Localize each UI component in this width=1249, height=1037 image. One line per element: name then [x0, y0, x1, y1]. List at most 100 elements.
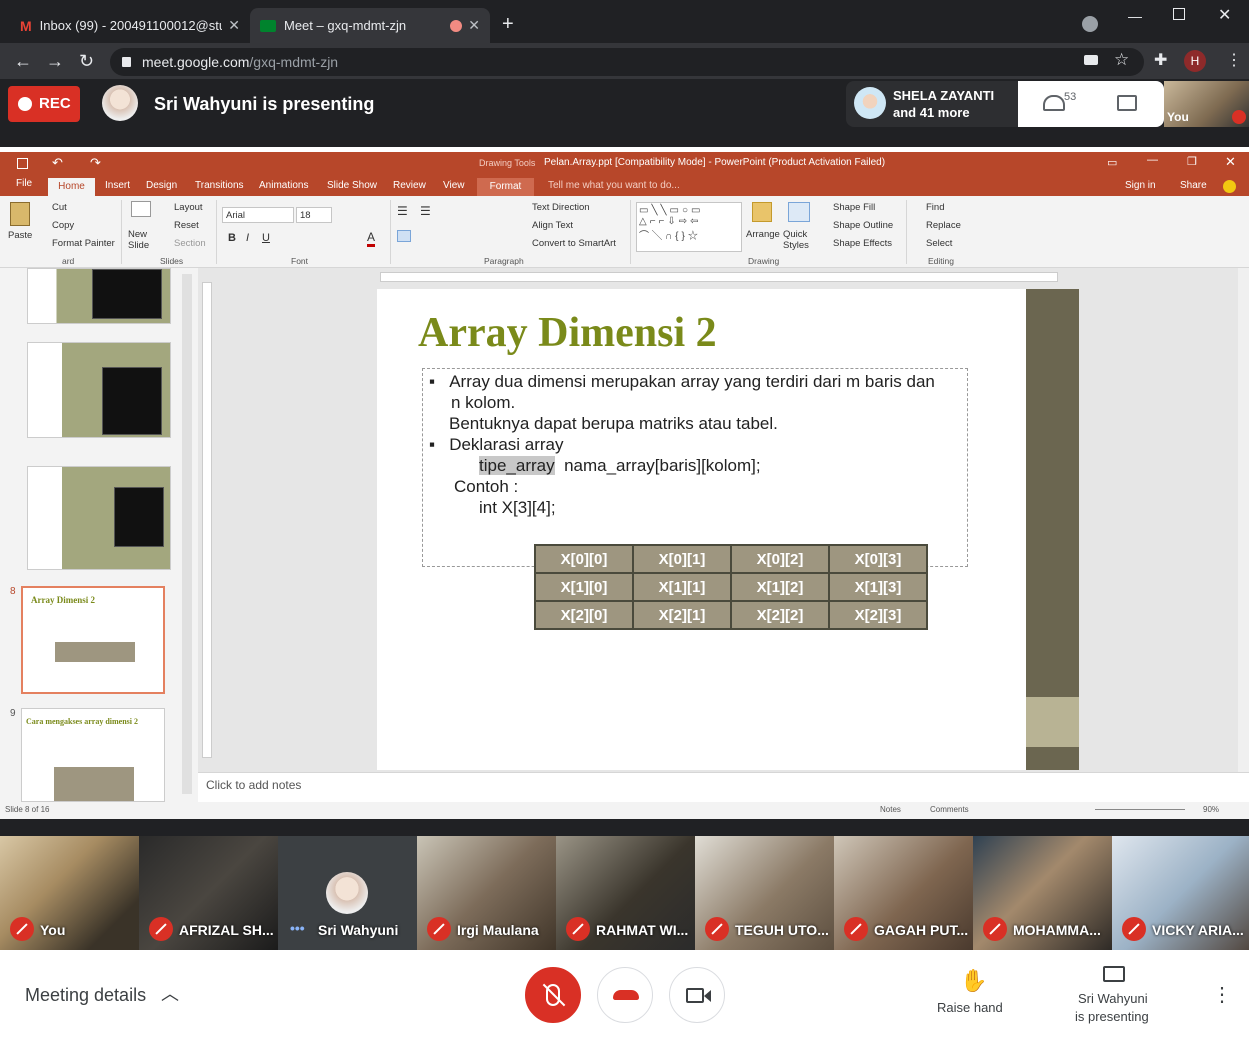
camera-blocked-icon[interactable] [1084, 55, 1098, 65]
underline-button[interactable]: U [262, 232, 270, 244]
convert-smartart-button[interactable]: Convert to SmartArt [532, 238, 616, 249]
shape-fill-button[interactable]: Shape Fill [833, 202, 875, 213]
redo-icon[interactable]: ↷ [90, 155, 101, 171]
bookmark-star-icon[interactable]: ☆ [1114, 50, 1129, 70]
chevron-up-icon[interactable]: ︿ [161, 980, 179, 1006]
tab-format[interactable]: Format [477, 178, 534, 196]
layout-button[interactable]: Layout [174, 202, 203, 213]
table-cell[interactable]: X[0][3] [828, 544, 928, 574]
minimize-icon[interactable]: — [1147, 154, 1158, 166]
current-slide[interactable]: Array Dimensi 2 ▪ Array dua dimensi meru… [377, 289, 1027, 770]
italic-button[interactable]: I [246, 232, 249, 244]
slide-thumbnail[interactable]: Cara mengakses array dimensi 2 [21, 708, 165, 802]
zoom-slider[interactable] [1095, 809, 1185, 810]
new-tab-icon[interactable]: + [502, 13, 514, 36]
reset-button[interactable]: Reset [174, 220, 199, 231]
leave-call-button[interactable] [597, 967, 653, 1023]
table-cell[interactable]: X[2][2] [730, 600, 830, 630]
close-tab-icon[interactable]: ✕ [228, 17, 240, 34]
forward-icon[interactable]: → [46, 51, 64, 71]
smiley-icon[interactable] [1223, 180, 1236, 193]
comments-button[interactable]: Comments [930, 805, 969, 814]
tab-file[interactable]: File [16, 178, 32, 189]
people-icon[interactable] [1043, 95, 1065, 111]
tab-slide-show[interactable]: Slide Show [327, 180, 377, 191]
back-icon[interactable]: ← [14, 51, 32, 71]
font-color-icon[interactable]: A [367, 230, 376, 247]
zoom-level[interactable]: 90% [1203, 805, 1219, 814]
save-icon[interactable] [17, 158, 28, 169]
participant-summary[interactable]: SHELA ZAYANTI and 41 more [846, 81, 1018, 127]
tab-home[interactable]: Home [48, 178, 95, 196]
quick-styles-button[interactable]: Quick Styles [783, 229, 815, 251]
table-cell[interactable]: X[0][0] [534, 544, 634, 574]
numbering-icon[interactable]: ☰ [420, 204, 431, 218]
self-view-tile[interactable]: You [1164, 81, 1249, 127]
participant-tile[interactable]: VICKY ARIA... [1112, 836, 1249, 950]
select-button[interactable]: Select [926, 238, 952, 249]
shape-effects-button[interactable]: Shape Effects [833, 238, 892, 249]
ribbon-display-icon[interactable]: ▭ [1107, 156, 1117, 169]
cut-button[interactable]: Cut [52, 202, 67, 213]
extensions-icon[interactable]: ✚ [1154, 50, 1167, 70]
shape-outline-button[interactable]: Shape Outline [833, 220, 893, 231]
paste-button[interactable]: Paste [8, 230, 32, 241]
array-table[interactable]: X[0][0] X[0][1] X[0][2] X[0][3] X[1][0] X[1]… [534, 544, 928, 630]
table-cell[interactable]: X[1][0] [534, 572, 634, 602]
notes-pane[interactable]: Click to add notes [198, 772, 1249, 802]
find-button[interactable]: Find [926, 202, 944, 213]
font-size-select[interactable]: 18 [296, 207, 332, 223]
tab-animations[interactable]: Animations [259, 180, 308, 191]
tab-design[interactable]: Design [146, 180, 177, 191]
participant-tile[interactable]: GAGAH PUT... [834, 836, 973, 950]
tab-gmail[interactable]: M Inbox (99) - 200491100012@stud ✕ [10, 8, 250, 43]
presenting-status-line1[interactable]: Sri Wahyuni [1078, 991, 1148, 1006]
tab-transitions[interactable]: Transitions [195, 180, 244, 191]
replace-button[interactable]: Replace [926, 220, 961, 231]
table-cell[interactable]: X[1][2] [730, 572, 830, 602]
tab-meet[interactable]: Meet – gxq-mdmt-zjn ✕ [250, 8, 490, 43]
shapes-gallery[interactable]: ▭╲╲▭○▭ △⌐⌐⇩⇨⇦ ⌒╲∩{}☆ [636, 202, 742, 252]
mic-toggle-button[interactable] [525, 967, 581, 1023]
share-button[interactable]: Share [1180, 180, 1207, 191]
arrange-icon[interactable] [752, 202, 772, 222]
slide-thumbnail-selected[interactable]: Array Dimensi 2 [21, 586, 165, 694]
participant-tile[interactable]: Irgi Maulana [417, 836, 556, 950]
table-cell[interactable]: X[1][1] [632, 572, 732, 602]
section-button[interactable]: Section [174, 238, 206, 249]
table-cell[interactable]: X[2][1] [632, 600, 732, 630]
table-cell[interactable]: X[2][0] [534, 600, 634, 630]
raise-hand-button[interactable]: Raise hand [937, 1000, 1003, 1015]
hand-icon[interactable]: ✋ [960, 968, 987, 994]
undo-icon[interactable]: ↶ [52, 155, 63, 171]
paste-icon[interactable] [10, 202, 30, 226]
arrange-button[interactable]: Arrange [746, 229, 780, 240]
minimize-icon[interactable]: — [1128, 8, 1142, 24]
maximize-icon[interactable] [1173, 8, 1185, 20]
align-left-icon[interactable] [397, 230, 411, 242]
quick-styles-icon[interactable] [788, 202, 810, 222]
sign-in-link[interactable]: Sign in [1125, 180, 1156, 191]
slide-thumbnail[interactable] [27, 268, 171, 324]
url-field[interactable]: meet.google.com/gxq-mdmt-zjn [110, 48, 1144, 76]
new-slide-icon[interactable] [131, 201, 151, 217]
table-cell[interactable]: X[1][3] [828, 572, 928, 602]
slide-thumbnail[interactable] [27, 342, 171, 438]
bullets-icon[interactable]: ☰ [397, 204, 408, 218]
restore-icon[interactable]: ❐ [1187, 155, 1197, 168]
participant-tile[interactable]: TEGUH UTO... [695, 836, 834, 950]
participant-tile[interactable]: AFRIZAL SH... [139, 836, 278, 950]
participant-tile[interactable]: You [0, 836, 139, 950]
table-cell[interactable]: X[2][3] [828, 600, 928, 630]
copy-button[interactable]: Copy [52, 220, 74, 231]
notes-button[interactable]: Notes [880, 805, 901, 814]
reload-icon[interactable]: ↻ [79, 51, 94, 71]
tell-me-search[interactable]: Tell me what you want to do... [548, 180, 680, 191]
profile-avatar[interactable]: H [1184, 50, 1206, 72]
participant-tile[interactable]: RAHMAT WI... [556, 836, 695, 950]
bold-button[interactable]: B [228, 232, 236, 244]
tab-view[interactable]: View [443, 180, 465, 191]
table-cell[interactable]: X[0][2] [730, 544, 830, 574]
format-painter-button[interactable]: Format Painter [52, 238, 115, 249]
close-window-icon[interactable]: ✕ [1218, 5, 1231, 25]
